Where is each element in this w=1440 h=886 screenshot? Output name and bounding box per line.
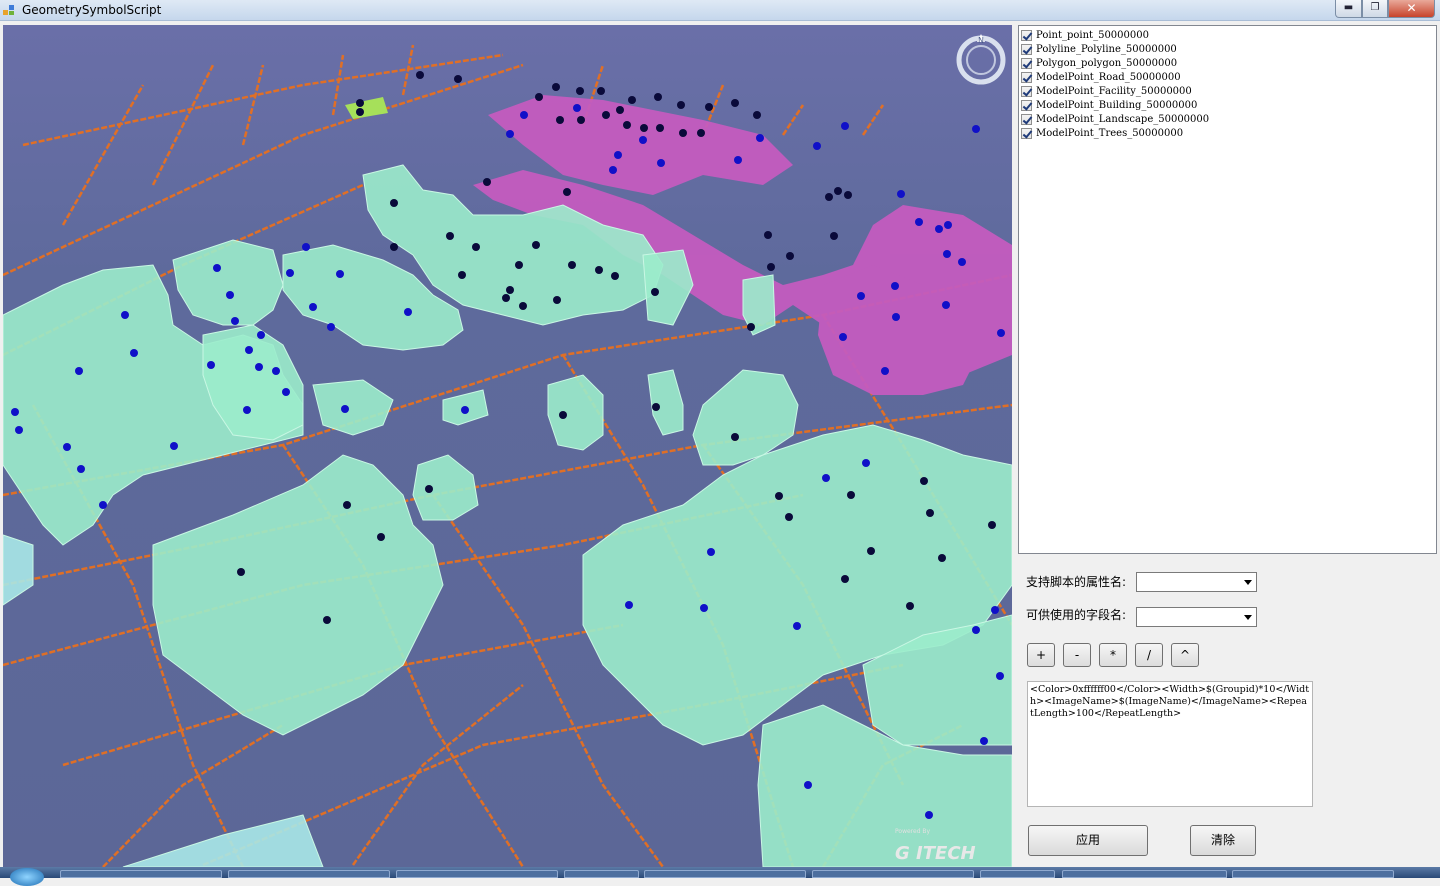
divide-operator-button[interactable]: / xyxy=(1135,643,1163,667)
attribute-name-select[interactable] xyxy=(1136,572,1257,592)
multiply-operator-button[interactable]: * xyxy=(1099,643,1127,667)
taskbar-item[interactable] xyxy=(228,870,390,878)
layer-item-building[interactable]: ModelPoint_Building_50000000 xyxy=(1021,98,1436,112)
layer-item-polyline[interactable]: Polyline_Polyline_50000000 xyxy=(1021,42,1436,56)
field-name-select[interactable] xyxy=(1136,607,1257,627)
layer-checkbox[interactable] xyxy=(1021,127,1032,139)
layer-checkbox[interactable] xyxy=(1021,71,1032,83)
application-window: GeometrySymbolScript ▬ ❐ ✕ N Powered By … xyxy=(0,0,1440,886)
taskbar-item[interactable] xyxy=(980,870,1055,878)
layer-label: ModelPoint_Trees_50000000 xyxy=(1036,127,1184,139)
layer-checkbox[interactable] xyxy=(1021,29,1032,41)
layer-checkbox[interactable] xyxy=(1021,113,1032,125)
compass-north-label: N xyxy=(978,36,984,45)
layer-label: ModelPoint_Road_50000000 xyxy=(1036,71,1181,83)
plus-operator-button[interactable]: + xyxy=(1027,643,1055,667)
apply-button[interactable]: 应用 xyxy=(1028,825,1148,856)
layer-checkbox[interactable] xyxy=(1021,43,1032,55)
attribute-name-label: 支持脚本的属性名: xyxy=(1026,575,1127,589)
minimize-button[interactable]: ▬ xyxy=(1335,0,1362,18)
taskbar-item[interactable] xyxy=(812,870,974,878)
layer-checkbox[interactable] xyxy=(1021,57,1032,69)
taskbar-item[interactable] xyxy=(1232,870,1394,878)
clear-button[interactable]: 清除 xyxy=(1190,825,1256,856)
layer-label: Polygon_polygon_50000000 xyxy=(1036,57,1178,69)
maximize-button[interactable]: ❐ xyxy=(1362,0,1388,18)
layer-label: ModelPoint_Building_50000000 xyxy=(1036,99,1198,111)
layer-label: ModelPoint_Facility_50000000 xyxy=(1036,85,1192,97)
taskbar-item[interactable] xyxy=(60,870,222,878)
minus-operator-button[interactable]: - xyxy=(1063,643,1091,667)
logo-powered-by: Powered By xyxy=(895,828,931,835)
layer-label: Polyline_Polyline_50000000 xyxy=(1036,43,1177,55)
start-button[interactable] xyxy=(10,868,44,886)
taskbar-item[interactable] xyxy=(396,870,558,878)
script-textarea[interactable]: <Color>0xffffff00</Color><Width>$(Groupi… xyxy=(1027,681,1313,807)
taskbar-item[interactable] xyxy=(1062,870,1227,878)
app-icon xyxy=(3,5,14,15)
field-name-label: 可供使用的字段名: xyxy=(1026,608,1127,622)
layer-checkbox[interactable] xyxy=(1021,99,1032,111)
layer-item-facility[interactable]: ModelPoint_Facility_50000000 xyxy=(1021,84,1436,98)
layer-item-trees[interactable]: ModelPoint_Trees_50000000 xyxy=(1021,126,1436,140)
layer-item-point[interactable]: Point_point_50000000 xyxy=(1021,28,1436,42)
taskbar-item[interactable] xyxy=(564,870,639,878)
layer-label: Point_point_50000000 xyxy=(1036,29,1149,41)
layer-label: ModelPoint_Landscape_50000000 xyxy=(1036,113,1210,125)
taskbar xyxy=(0,867,1440,886)
chevron-down-icon xyxy=(1244,615,1252,620)
close-button[interactable]: ✕ xyxy=(1388,0,1435,18)
layer-checkbox[interactable] xyxy=(1021,85,1032,97)
layer-item-landscape[interactable]: ModelPoint_Landscape_50000000 xyxy=(1021,112,1436,126)
layer-item-polygon[interactable]: Polygon_polygon_50000000 xyxy=(1021,56,1436,70)
taskbar-item[interactable] xyxy=(644,870,806,878)
layer-list: Point_point_50000000 Polyline_Polyline_5… xyxy=(1018,25,1437,554)
power-operator-button[interactable]: ^ xyxy=(1171,643,1199,667)
chevron-down-icon xyxy=(1244,580,1252,585)
window-title: GeometrySymbolScript xyxy=(22,3,162,17)
map-scene: N Powered By G ITECH xyxy=(3,25,1012,867)
3d-map-viewport[interactable]: N Powered By G ITECH xyxy=(3,25,1012,867)
layer-item-road[interactable]: ModelPoint_Road_50000000 xyxy=(1021,70,1436,84)
title-bar[interactable]: GeometrySymbolScript ▬ ❐ ✕ xyxy=(0,0,1440,21)
logo-text: G ITECH xyxy=(895,843,976,864)
